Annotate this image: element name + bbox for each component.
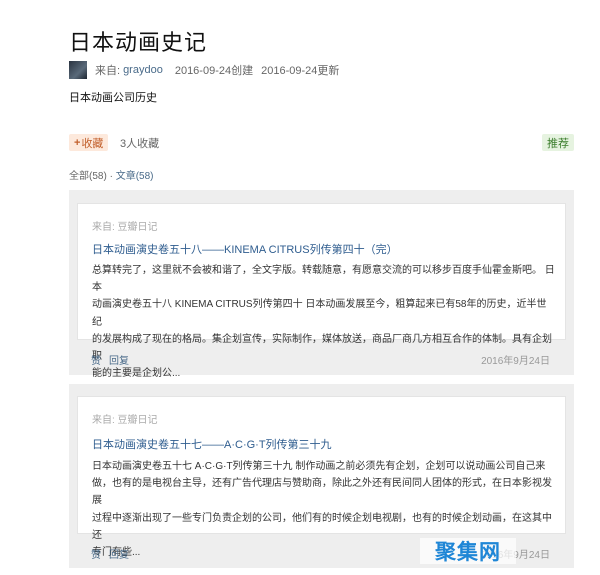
reply-button[interactable]: 回复 bbox=[109, 352, 129, 367]
recommend-button[interactable]: 推荐 bbox=[542, 134, 574, 151]
excerpt-line: 总算转完了，这里就不会被和谐了，全文字版。转载随意，有愿意交流的可以移步百度手仙… bbox=[92, 265, 555, 294]
filter-all[interactable]: 全部(58) bbox=[69, 171, 107, 182]
author-label: 来自: bbox=[95, 65, 121, 77]
collect-count[interactable]: 3人收藏 bbox=[120, 135, 159, 151]
list-item: 来自: 豆瓣日记 日本动画演史卷五十八——KINEMA CITRUS列传第四十（… bbox=[69, 190, 574, 379]
post-title[interactable]: 日本动画演史卷五十八——KINEMA CITRUS列传第四十（完） bbox=[92, 241, 398, 257]
post-title[interactable]: 日本动画演史卷五十七——A·C·G·T列传第三十九 bbox=[92, 436, 332, 452]
like-button[interactable]: 赞 bbox=[91, 352, 101, 367]
post-date: 2016年9月24日 bbox=[481, 356, 550, 367]
post-footer: 赞 回复 2016年9月24日 bbox=[77, 352, 566, 372]
site-watermark: 聚集网 bbox=[420, 538, 516, 564]
post-card: 来自: 豆瓣日记 日本动画演史卷五十八——KINEMA CITRUS列传第四十（… bbox=[77, 203, 566, 379]
author-link[interactable]: graydoo bbox=[123, 64, 163, 76]
page-title: 日本动画史记 bbox=[69, 30, 208, 55]
filter-articles[interactable]: 文章(58) bbox=[116, 171, 154, 182]
excerpt-line: 做，也有的是电视台主导，还有广告代理店与赞助商，除此之外还有民间同人团体的形式，… bbox=[92, 478, 552, 507]
collect-label: 收藏 bbox=[81, 137, 104, 150]
avatar[interactable] bbox=[69, 61, 87, 79]
filter-bar: 全部(58) · 文章(58) bbox=[69, 167, 154, 182]
excerpt-line: 日本动画演史卷五十七 A·C·G·T列传第三十九 制作动画之前必须先有企划，企划… bbox=[92, 461, 546, 472]
like-button[interactable]: 赞 bbox=[91, 546, 101, 561]
doulist-description: 日本动画公司历史 bbox=[69, 92, 157, 104]
collect-button[interactable]: + 收藏 bbox=[69, 134, 109, 151]
post-card: 来自: 豆瓣日记 日本动画演史卷五十七——A·C·G·T列传第三十九 日本动画演… bbox=[77, 396, 566, 558]
excerpt-line: 动画演史卷五十八 KINEMA CITRUS列传第四十 日本动画发展至今，粗算起… bbox=[92, 299, 547, 328]
plus-icon: + bbox=[74, 136, 81, 149]
post-meta: 来自: graydoo 2016-09-24创建 2016-09-24更新 bbox=[69, 60, 339, 80]
post-source: 来自: 豆瓣日记 bbox=[92, 415, 158, 426]
reply-button[interactable]: 回复 bbox=[109, 546, 129, 561]
post-source: 来自: 豆瓣日记 bbox=[92, 222, 158, 233]
filter-separator: · bbox=[109, 171, 113, 182]
created-date: 2016-09-24创建 bbox=[174, 65, 254, 77]
updated-date: 2016-09-24更新 bbox=[261, 65, 340, 77]
